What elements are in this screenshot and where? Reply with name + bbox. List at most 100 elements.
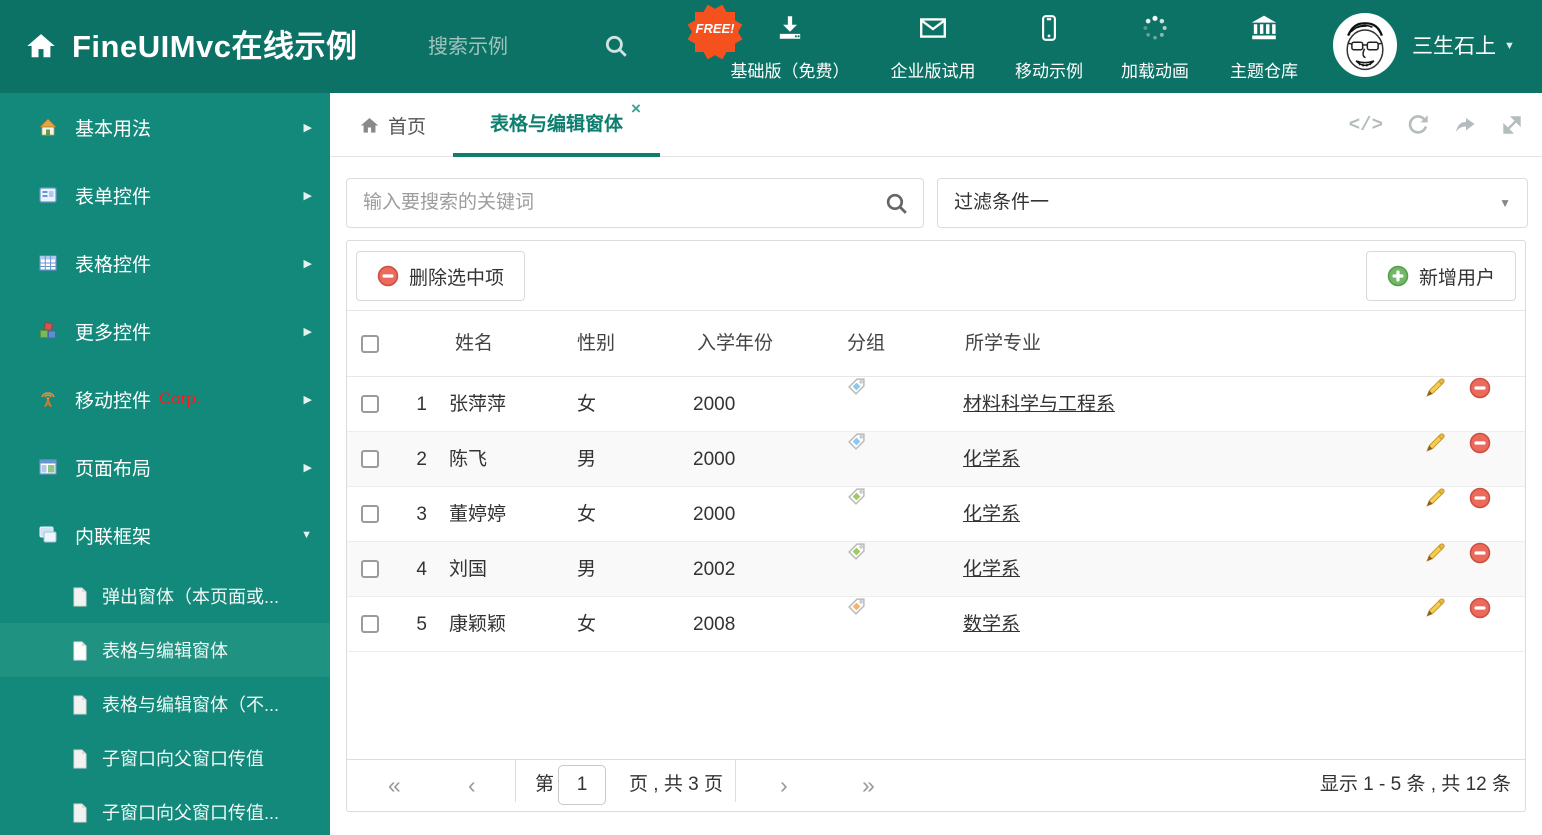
delete-row-icon[interactable]: [1469, 377, 1491, 399]
sidebar-item-grid-controls[interactable]: 表格控件 ▶: [0, 229, 330, 297]
sidebar-subitem-label: 表格与编辑窗体（不...: [102, 695, 280, 715]
app-title: FineUIMvc在线示例: [72, 29, 358, 64]
caret-right-icon: ▶: [303, 189, 312, 202]
tab-home[interactable]: 首页: [360, 93, 426, 157]
file-icon: [72, 695, 88, 714]
row-checkbox[interactable]: [361, 395, 379, 413]
sidebar-subitem-popup-window[interactable]: 弹出窗体（本页面或...: [0, 569, 330, 623]
row-checkbox[interactable]: [361, 450, 379, 468]
caret-right-icon: ▶: [303, 325, 312, 338]
filter-dropdown-value: 过滤条件一: [954, 192, 1050, 213]
user-caret-down-icon[interactable]: ▼: [1504, 40, 1515, 52]
select-all-checkbox[interactable]: [361, 335, 379, 353]
edit-pencil-icon[interactable]: [1423, 487, 1446, 510]
home-logo-icon[interactable]: [26, 31, 56, 61]
header-search-icon[interactable]: [603, 33, 629, 59]
mail-icon: [918, 13, 948, 43]
edit-pencil-icon[interactable]: [1423, 542, 1446, 565]
tag-icon[interactable]: [847, 377, 866, 396]
delete-row-icon[interactable]: [1469, 487, 1491, 509]
major-link[interactable]: 化学系: [963, 432, 1020, 487]
search-icon[interactable]: [884, 191, 909, 216]
first-page-button[interactable]: «: [388, 760, 401, 810]
sidebar-subitem-label: 子窗口向父窗口传值: [102, 749, 264, 769]
table-row: 2 陈飞 男 2000 化学系: [347, 432, 1525, 487]
caret-right-icon: ▶: [303, 461, 312, 474]
tag-icon[interactable]: [847, 597, 866, 616]
antenna-icon: [38, 389, 58, 409]
corp-badge: Corp.: [159, 389, 201, 408]
delete-row-icon[interactable]: [1469, 432, 1491, 454]
major-link[interactable]: 材料科学与工程系: [963, 377, 1115, 432]
col-header-major[interactable]: 所学专业: [965, 311, 1041, 377]
tag-icon[interactable]: [847, 432, 866, 451]
avatar[interactable]: [1333, 13, 1397, 77]
col-header-year[interactable]: 入学年份: [697, 311, 773, 377]
nav-item-theme-repo[interactable]: 主题仓库: [1199, 0, 1329, 93]
table-row: 3 董婷婷 女 2000 化学系: [347, 487, 1525, 542]
sidebar-item-page-layout[interactable]: 页面布局 ▶: [0, 433, 330, 501]
share-icon[interactable]: [1453, 113, 1477, 137]
refresh-icon[interactable]: [1406, 113, 1430, 137]
row-checkbox[interactable]: [361, 615, 379, 633]
edit-pencil-icon[interactable]: [1423, 432, 1446, 455]
cell-gender: 女: [577, 614, 597, 635]
frames-icon: [38, 525, 58, 545]
tab-close-icon[interactable]: ×: [631, 100, 641, 117]
delete-row-icon[interactable]: [1469, 542, 1491, 564]
fullscreen-icon[interactable]: [1500, 113, 1524, 137]
tab-grid-edit-window[interactable]: 表格与编辑窗体: [453, 93, 660, 157]
edit-pencil-icon[interactable]: [1423, 377, 1446, 400]
last-page-button[interactable]: »: [862, 760, 875, 810]
sidebar-subitem-child-to-parent-2[interactable]: 子窗口向父窗口传值...: [0, 785, 330, 835]
header-search-input[interactable]: [428, 28, 593, 66]
delete-row-icon[interactable]: [1469, 597, 1491, 619]
next-page-button[interactable]: ›: [780, 760, 788, 810]
delete-selected-button[interactable]: 删除选中项: [356, 251, 526, 301]
prev-page-button[interactable]: ‹: [468, 760, 476, 810]
sidebar-subitem-child-to-parent[interactable]: 子窗口向父窗口传值: [0, 731, 330, 785]
col-header-gender[interactable]: 性别: [577, 311, 615, 377]
add-user-button[interactable]: 新增用户: [1365, 251, 1516, 301]
page-number-input[interactable]: [558, 765, 606, 805]
tag-icon[interactable]: [847, 487, 866, 506]
sidebar-subitem-grid-edit-window[interactable]: 表格与编辑窗体: [0, 623, 330, 677]
tab-bar: 首页 表格与编辑窗体 × </>: [330, 93, 1542, 157]
sidebar-item-form-controls[interactable]: 表单控件 ▶: [0, 161, 330, 229]
cell-name: 刘国: [449, 559, 488, 580]
sidebar-subitem-grid-edit-window-2[interactable]: 表格与编辑窗体（不...: [0, 677, 330, 731]
keyword-search-input[interactable]: [347, 179, 923, 227]
grid-panel: 删除选中项 新增用户 姓名 性别 入学年份 分组 所学专业 1 张萍萍 女 20…: [346, 240, 1526, 812]
edit-pencil-icon[interactable]: [1423, 597, 1446, 620]
tabbar-actions: </>: [1349, 93, 1524, 157]
sidebar-item-more-controls[interactable]: 更多控件 ▶: [0, 297, 330, 365]
sidebar-item-label: 内联框架: [75, 526, 152, 548]
file-icon: [72, 587, 88, 606]
row-checkbox[interactable]: [361, 505, 379, 523]
table-icon: [38, 253, 58, 273]
sidebar-subitem-label: 表格与编辑窗体: [102, 641, 228, 661]
filter-dropdown[interactable]: 过滤条件一 ▼: [937, 178, 1528, 228]
user-name[interactable]: 三生石上: [1412, 0, 1496, 93]
bank-icon: [1249, 13, 1279, 43]
table-row: 5 康颖颖 女 2008 数学系: [347, 597, 1525, 652]
main-content: 首页 表格与编辑窗体 × </> 过滤条件一 ▼ 删除选中项 新增用户: [330, 93, 1542, 835]
tag-icon[interactable]: [847, 542, 866, 561]
nav-item-label: 主题仓库: [1230, 62, 1298, 81]
table-row: 1 张萍萍 女 2000 材料科学与工程系: [347, 377, 1525, 432]
sidebar-item-mobile-controls[interactable]: 移动控件 Corp. ▶: [0, 365, 330, 433]
source-code-icon[interactable]: </>: [1349, 114, 1383, 136]
col-header-group[interactable]: 分组: [847, 311, 885, 377]
nav-item-enterprise-trial[interactable]: 企业版试用: [868, 0, 998, 93]
major-link[interactable]: 化学系: [963, 487, 1020, 542]
delete-selected-label: 删除选中项: [409, 267, 505, 289]
sidebar-item-iframe[interactable]: 内联框架 ▼: [0, 501, 330, 569]
major-link[interactable]: 化学系: [963, 542, 1020, 597]
pagination-bar: « ‹ 第 页 , 共 3 页 › » 显示 1 - 5 条 , 共 12 条: [347, 759, 1525, 811]
row-checkbox[interactable]: [361, 560, 379, 578]
active-tab-underline: [453, 153, 660, 157]
cell-year: 2002: [693, 559, 736, 580]
major-link[interactable]: 数学系: [963, 597, 1020, 652]
col-header-name[interactable]: 姓名: [455, 311, 493, 377]
sidebar-item-basic-usage[interactable]: 基本用法 ▶: [0, 93, 330, 161]
